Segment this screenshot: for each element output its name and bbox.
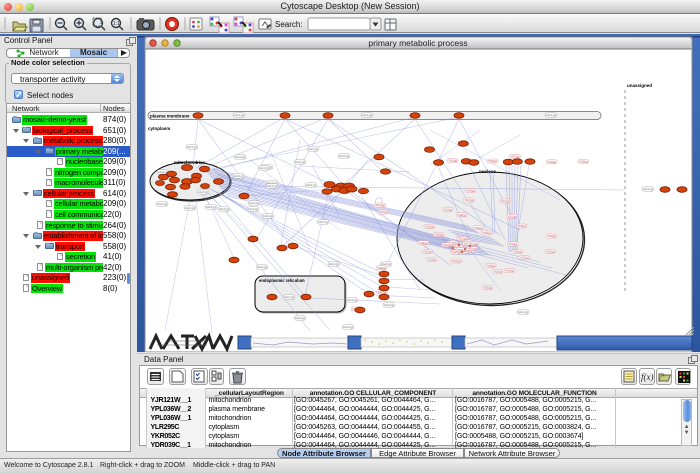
svg-text:Yb2(g): Yb2(g) [457,213,466,217]
svg-text:Yb2(g): Yb2(g) [434,233,443,237]
svg-text:Abc1(g): Abc1(g) [263,214,274,218]
svg-text:f(x): f(x) [641,372,654,382]
svg-text:Yb2(g): Yb2(g) [442,243,451,247]
svg-text:Yb2(g): Yb2(g) [500,199,509,203]
svg-text:Abc1(g): Abc1(g) [157,202,168,206]
svg-text:Yb2(g): Yb2(g) [486,264,495,268]
svg-text:Yb2(g): Yb2(g) [425,225,434,229]
svg-text:Abc1(g): Abc1(g) [257,265,268,269]
svg-text:Abc1(g): Abc1(g) [284,295,295,299]
svg-text:Abc1(g): Abc1(g) [546,113,557,117]
svg-text:Abc1(g): Abc1(g) [518,310,529,314]
svg-text:Yb2(g): Yb2(g) [507,215,516,219]
svg-text:cytoplasm: cytoplasm [148,126,170,131]
svg-text:Abc1(g): Abc1(g) [362,113,373,117]
svg-text:Abc1(g): Abc1(g) [384,303,395,307]
svg-text:Abc1(g): Abc1(g) [198,190,209,194]
svg-text:Abc1(g): Abc1(g) [343,325,354,329]
svg-text:Abc1(g): Abc1(g) [234,174,245,178]
svg-text:Abc1(g): Abc1(g) [347,298,358,302]
svg-text:Yb2(g): Yb2(g) [510,155,519,159]
svg-text:Abc1(g): Abc1(g) [295,160,306,164]
svg-text:Abc1(g): Abc1(g) [318,220,329,224]
svg-text:Yb2(g): Yb2(g) [483,286,492,290]
svg-text:Yb2(g): Yb2(g) [375,203,384,207]
svg-text:Yb2(g): Yb2(g) [419,241,428,245]
svg-text:Abc1(g): Abc1(g) [219,207,230,211]
svg-text:Yb2(g): Yb2(g) [505,269,514,273]
svg-text:mitochondrion: mitochondrion [174,160,206,165]
svg-text:Yb2(g): Yb2(g) [520,256,529,260]
svg-text:Abc1(g): Abc1(g) [295,316,306,320]
svg-text:Yb2(g): Yb2(g) [547,160,556,164]
svg-text:Abc1(g): Abc1(g) [267,184,278,188]
svg-text:Yb2(g): Yb2(g) [508,242,517,246]
svg-text:Yb2(g): Yb2(g) [482,231,491,235]
svg-text:Abc1(g): Abc1(g) [306,183,317,187]
svg-text:Abc1(g): Abc1(g) [339,154,350,158]
svg-text:Abc1(g): Abc1(g) [234,113,245,117]
svg-text:Yb2(g): Yb2(g) [464,198,473,202]
svg-text:Abc1(g): Abc1(g) [185,206,196,210]
svg-text:plasma membrane: plasma membrane [150,114,190,119]
svg-text:Abc1(g): Abc1(g) [329,262,340,266]
svg-text:Yb2(g): Yb2(g) [443,208,452,212]
svg-text:Abc1(g): Abc1(g) [249,201,260,205]
svg-text:Yb2(g): Yb2(g) [513,250,522,254]
svg-text:1:1: 1:1 [113,21,120,27]
svg-text:Abc1(g): Abc1(g) [643,187,654,191]
svg-text:Yb2(g): Yb2(g) [452,259,461,263]
svg-text:endoplasmic reticulum: endoplasmic reticulum [259,278,305,283]
svg-text:Abc1(g): Abc1(g) [259,166,270,170]
svg-text:Yb2(g): Yb2(g) [378,210,387,214]
svg-text:primary metabolic process: primary metabolic process [368,38,467,48]
svg-text:Yb2(g): Yb2(g) [427,258,436,262]
svg-text:Abc1(g): Abc1(g) [235,155,246,159]
svg-text:Yb2(g): Yb2(g) [466,189,475,193]
svg-text:Yb2(g): Yb2(g) [448,159,457,163]
svg-text:Yb2(g): Yb2(g) [547,234,556,238]
svg-text:Yb2(g): Yb2(g) [467,247,476,251]
svg-text:Yb2(g): Yb2(g) [493,270,502,274]
svg-text:Search:: Search: [275,20,303,29]
svg-text:unassigned: unassigned [627,83,652,88]
svg-text:Yb2(g): Yb2(g) [457,237,466,241]
svg-text:Abc1(g): Abc1(g) [248,207,259,211]
svg-text:Abc1(g): Abc1(g) [308,147,319,151]
svg-text:Yb2(g): Yb2(g) [517,224,526,228]
svg-text:Yb2(g): Yb2(g) [579,160,588,164]
svg-text:Abc1(g): Abc1(g) [187,145,198,149]
svg-text:Yb2(g): Yb2(g) [546,250,555,254]
svg-text:Yb2(g): Yb2(g) [488,159,497,163]
svg-text:Abc1(g): Abc1(g) [206,205,217,209]
svg-text:Yb2(g): Yb2(g) [377,266,386,270]
svg-text:Yb2(g): Yb2(g) [423,250,432,254]
svg-text:Yb2(g): Yb2(g) [474,226,483,230]
